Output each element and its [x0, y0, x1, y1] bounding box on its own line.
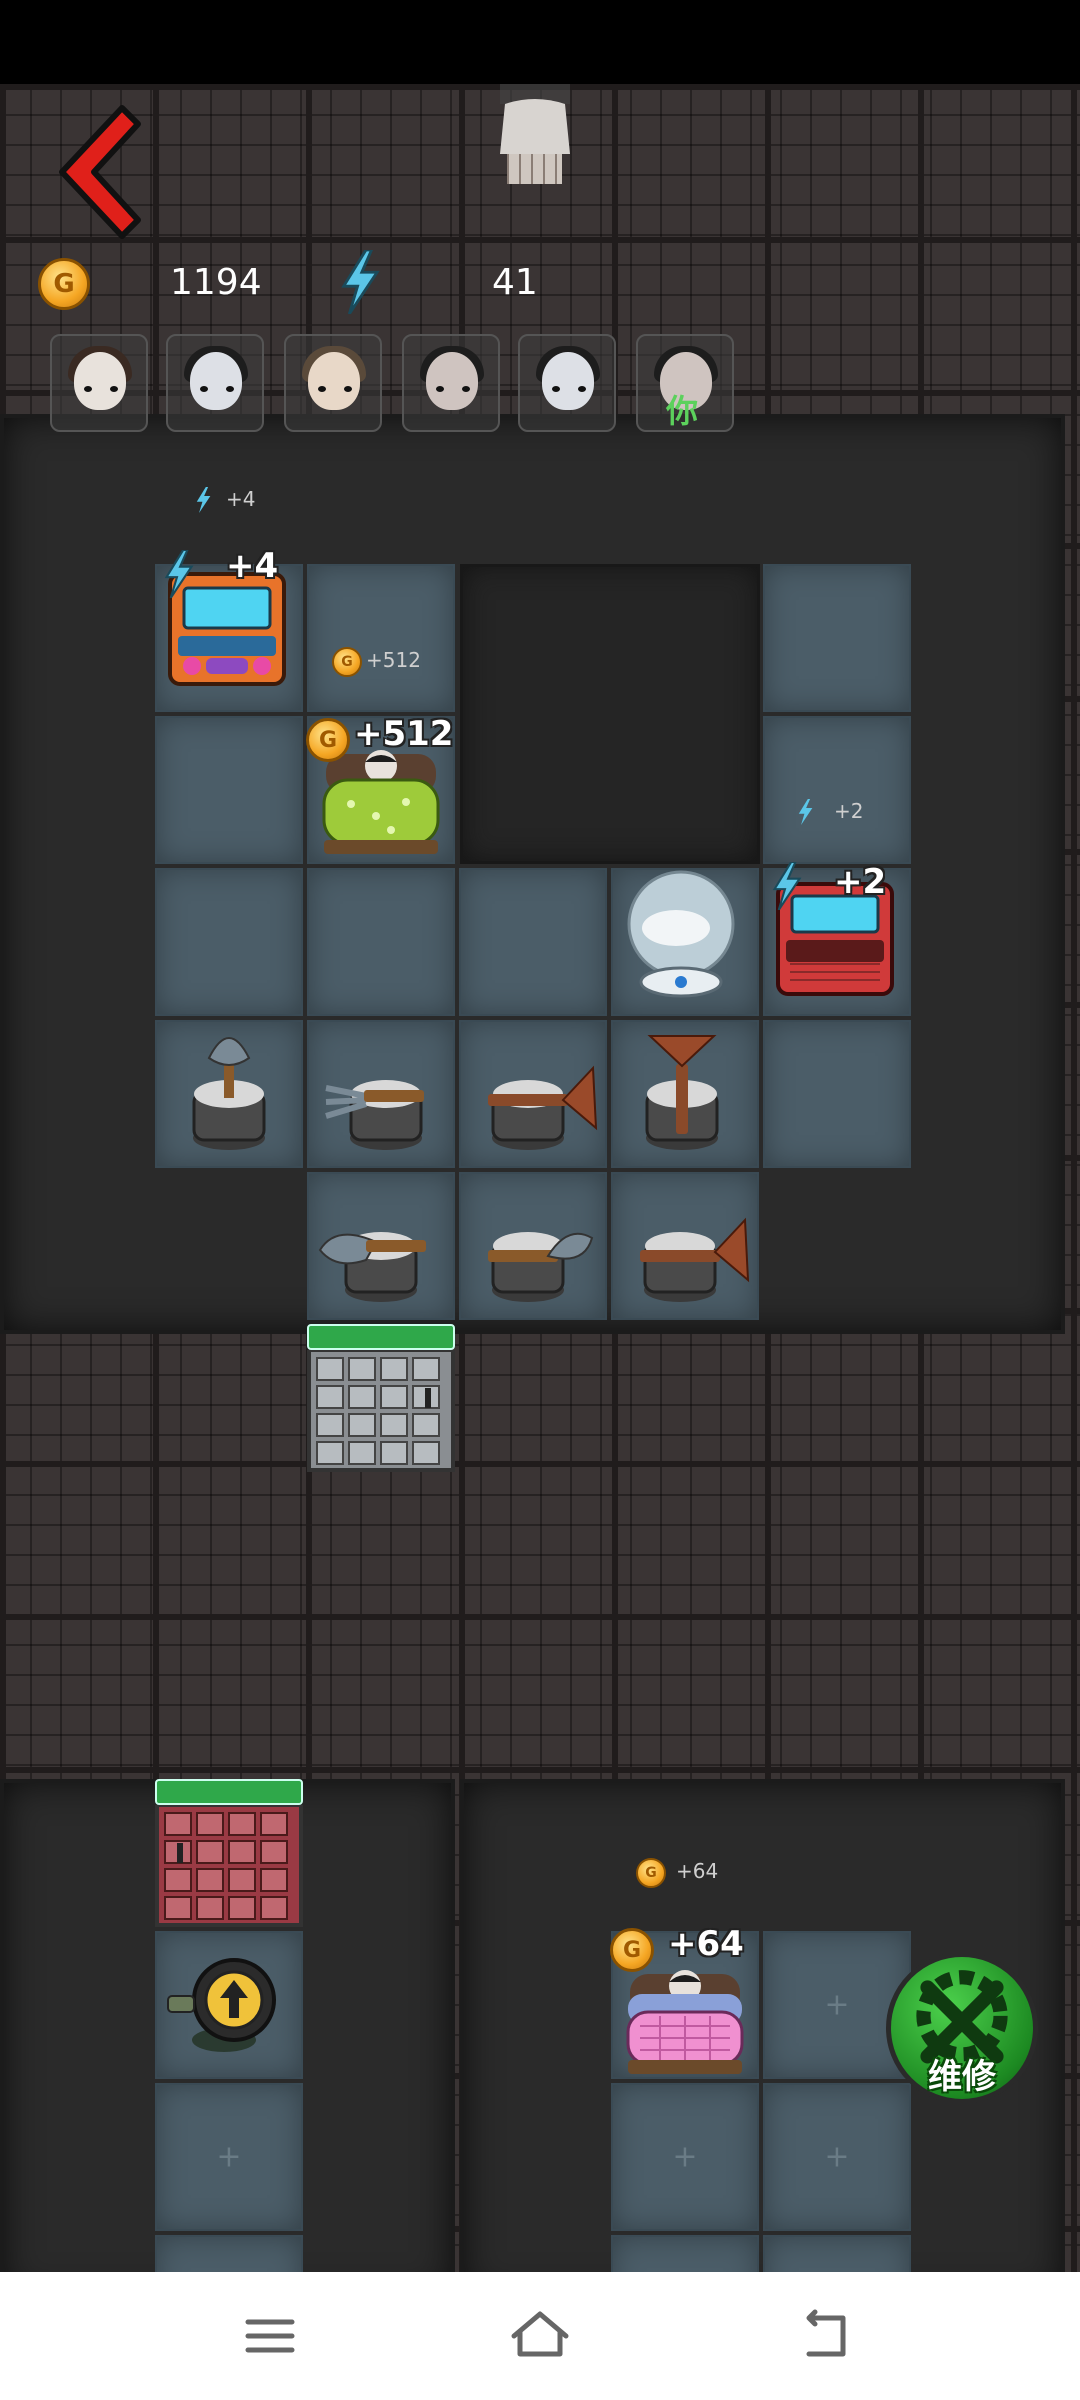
floor-tile[interactable]: [155, 2235, 303, 2272]
coin-icon: G: [636, 1858, 666, 1888]
shovel-tool-stand[interactable]: [316, 1180, 446, 1310]
floor-tile[interactable]: [763, 2235, 911, 2272]
character-avatar: [426, 352, 478, 410]
wood-door-icon: [155, 1805, 303, 1927]
gold-gain-small: +64: [676, 1859, 719, 1883]
ghost-girl-sprite: [500, 84, 570, 184]
menu-icon[interactable]: [230, 2296, 310, 2376]
floor-tile[interactable]: [155, 868, 303, 1016]
floor-tile[interactable]: +: [611, 2083, 759, 2231]
metal-door-icon: [307, 1350, 455, 1472]
shovel-tool-stand[interactable]: [164, 1028, 294, 1158]
floor-tile[interactable]: [763, 1020, 911, 1168]
floor-tile[interactable]: [155, 716, 303, 864]
character-slot[interactable]: [284, 334, 382, 432]
character-eyes: [200, 386, 234, 392]
lightning-icon: [772, 862, 802, 910]
character-eyes: [84, 386, 118, 392]
bed-with-sleeper[interactable]: [620, 1964, 750, 2084]
character-slot[interactable]: [402, 334, 500, 432]
empty-slot-icon: +: [672, 2139, 698, 2175]
door-health-bar: [155, 1779, 303, 1805]
you-label: 你: [666, 392, 699, 430]
shovel-tool-stand[interactable]: [468, 1180, 598, 1310]
floor-tile[interactable]: [611, 2235, 759, 2272]
broom-tool-stand[interactable]: [620, 1028, 750, 1158]
character-avatar: [308, 352, 360, 410]
broom-tool-stand[interactable]: [468, 1028, 598, 1158]
home-icon[interactable]: [500, 2296, 580, 2376]
energy-gain-label: +2: [834, 862, 887, 902]
repair-button[interactable]: 维修: [886, 1952, 1038, 2104]
floor-tile[interactable]: [307, 564, 455, 712]
broom-tool-stand[interactable]: [620, 1180, 750, 1310]
character-eyes: [436, 386, 470, 392]
repair-label: 维修: [928, 2057, 996, 2097]
character-eyes: [318, 386, 352, 392]
energy-counter: 41: [492, 262, 538, 303]
door-health-bar: [307, 1324, 455, 1350]
lightning-icon: [798, 799, 813, 825]
return-icon[interactable]: [785, 2296, 865, 2376]
floor-tile[interactable]: +: [763, 2083, 911, 2231]
character-eyes: [552, 386, 586, 392]
gold-counter: 1194: [170, 262, 262, 303]
lightning-icon: [164, 550, 194, 598]
gold-gain-small: +512: [366, 648, 421, 672]
upgrade-arrow-icon[interactable]: [164, 1940, 294, 2070]
system-nav-bar: [0, 2272, 1080, 2400]
character-slot[interactable]: [518, 334, 616, 432]
inner-wall-center: [460, 564, 760, 864]
status-bar: [0, 0, 1080, 84]
empty-slot-icon: +: [216, 2139, 242, 2175]
coin-icon: G: [332, 647, 362, 677]
lightning-icon: [341, 250, 380, 314]
lightning-icon: [196, 487, 211, 513]
character-avatar: [190, 352, 242, 410]
floor-tile[interactable]: [763, 716, 911, 864]
floor-tile[interactable]: +: [155, 2083, 303, 2231]
back-arrow-icon[interactable]: [38, 102, 148, 242]
rake-tool-stand[interactable]: [316, 1028, 446, 1158]
crystal-ball[interactable]: [616, 864, 746, 1004]
coin-icon: G: [610, 1928, 654, 1972]
coin-icon: G: [38, 258, 90, 310]
character-avatar: [542, 352, 594, 410]
empty-slot-icon: +: [824, 2139, 850, 2175]
floor-tile[interactable]: [307, 868, 455, 1016]
gold-gain-label: +512: [354, 714, 454, 754]
character-avatar: [74, 352, 126, 410]
floor-tile[interactable]: [459, 868, 607, 1016]
gold-gain-label: +64: [668, 1924, 744, 1964]
player-character-slot[interactable]: 你: [636, 334, 734, 432]
empty-slot-icon: +: [824, 1987, 850, 2023]
energy-gain-label: +4: [226, 546, 279, 586]
floor-tile[interactable]: [763, 564, 911, 712]
energy-gain-small: +2: [834, 799, 864, 823]
bed-with-sleeper[interactable]: [316, 744, 446, 864]
room-door[interactable]: [155, 1779, 303, 1927]
character-slot[interactable]: [166, 334, 264, 432]
coin-icon: G: [306, 718, 350, 762]
room-door[interactable]: [307, 1324, 455, 1472]
energy-gain-small: +4: [226, 487, 256, 511]
character-slot[interactable]: [50, 334, 148, 432]
